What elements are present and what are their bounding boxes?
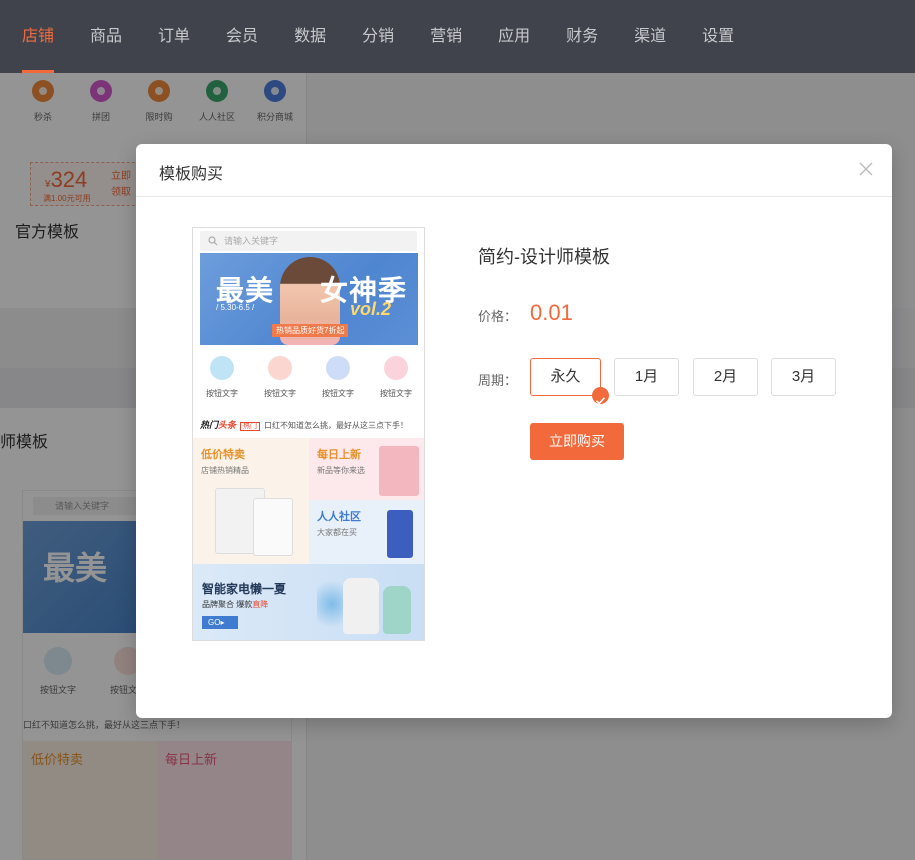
preview-button: 按钮文字 <box>251 356 309 399</box>
preview-button: 按钮文字 <box>309 356 367 399</box>
top-nav: 店铺 商品 订单 会员 数据 分销 营销 应用 财务 渠道 设置 <box>0 0 915 73</box>
preview-button-row: 按钮文字 按钮文字 按钮文字 按钮文字 <box>193 356 424 399</box>
modal-header: 模板购买 <box>136 144 892 197</box>
preview-appliance-banner: 智能家电懒一夏 品牌聚合 爆款直降 GO▸ <box>193 564 424 640</box>
period-option-forever[interactable]: 永久 <box>530 358 609 405</box>
check-icon <box>592 387 609 405</box>
preview-promo-low-price: 低价特卖 店铺热销精品 <box>193 438 309 564</box>
modal-title: 模板购买 <box>159 166 224 183</box>
banner-date: / 5.30-6.5 / <box>216 303 255 312</box>
period-option-2-month[interactable]: 2月 <box>693 358 758 396</box>
period-label: 周期： <box>478 373 518 388</box>
price-value: 0.01 <box>530 300 573 325</box>
search-icon <box>208 236 218 246</box>
preview-promo-community: 人人社区 大家都在买 <box>309 500 424 564</box>
nav-item-channels[interactable]: 渠道 <box>634 0 666 73</box>
nav-item-finance[interactable]: 财务 <box>566 0 598 73</box>
period-option-3-month[interactable]: 3月 <box>771 358 836 396</box>
nav-item-members[interactable]: 会员 <box>226 0 258 73</box>
close-icon[interactable] <box>858 161 874 177</box>
nav-item-orders[interactable]: 订单 <box>158 0 190 73</box>
nav-item-distribution[interactable]: 分销 <box>362 0 394 73</box>
nav-item-apps[interactable]: 应用 <box>498 0 530 73</box>
template-name: 简约-设计师模板 <box>478 247 610 267</box>
nav-item-data[interactable]: 数据 <box>294 0 326 73</box>
price-label: 价格： <box>478 309 518 324</box>
go-button: GO▸ <box>202 616 238 629</box>
purchase-template-modal: 模板购买 请输入关键字 最美 女神季 vol.2 / 5.30-6.5 / 热销… <box>136 144 892 718</box>
preview-button: 按钮文字 <box>193 356 251 399</box>
template-preview: 请输入关键字 最美 女神季 vol.2 / 5.30-6.5 / 热销品质好货7… <box>192 227 425 641</box>
banner-vol: vol.2 <box>350 299 392 319</box>
buy-now-button[interactable]: 立即购买 <box>530 423 624 460</box>
preview-search-bar: 请输入关键字 <box>200 231 417 251</box>
nav-item-settings[interactable]: 设置 <box>702 0 734 73</box>
banner-tag: 热销品质好货7折起 <box>272 324 349 337</box>
nav-item-goods[interactable]: 商品 <box>90 0 122 73</box>
preview-promo-new-arrivals: 每日上新 新品等你来选 <box>309 438 424 500</box>
preview-button: 按钮文字 <box>367 356 424 399</box>
nav-item-store[interactable]: 店铺 <box>22 0 55 73</box>
period-option-1-month[interactable]: 1月 <box>614 358 679 396</box>
preview-banner: 最美 女神季 vol.2 / 5.30-6.5 / 热销品质好货7折起 <box>200 253 418 345</box>
nav-item-marketing[interactable]: 营销 <box>430 0 462 73</box>
preview-headline: 热门头条 热门 口红不知道怎么挑，最好从这三点下手！ <box>200 420 409 431</box>
